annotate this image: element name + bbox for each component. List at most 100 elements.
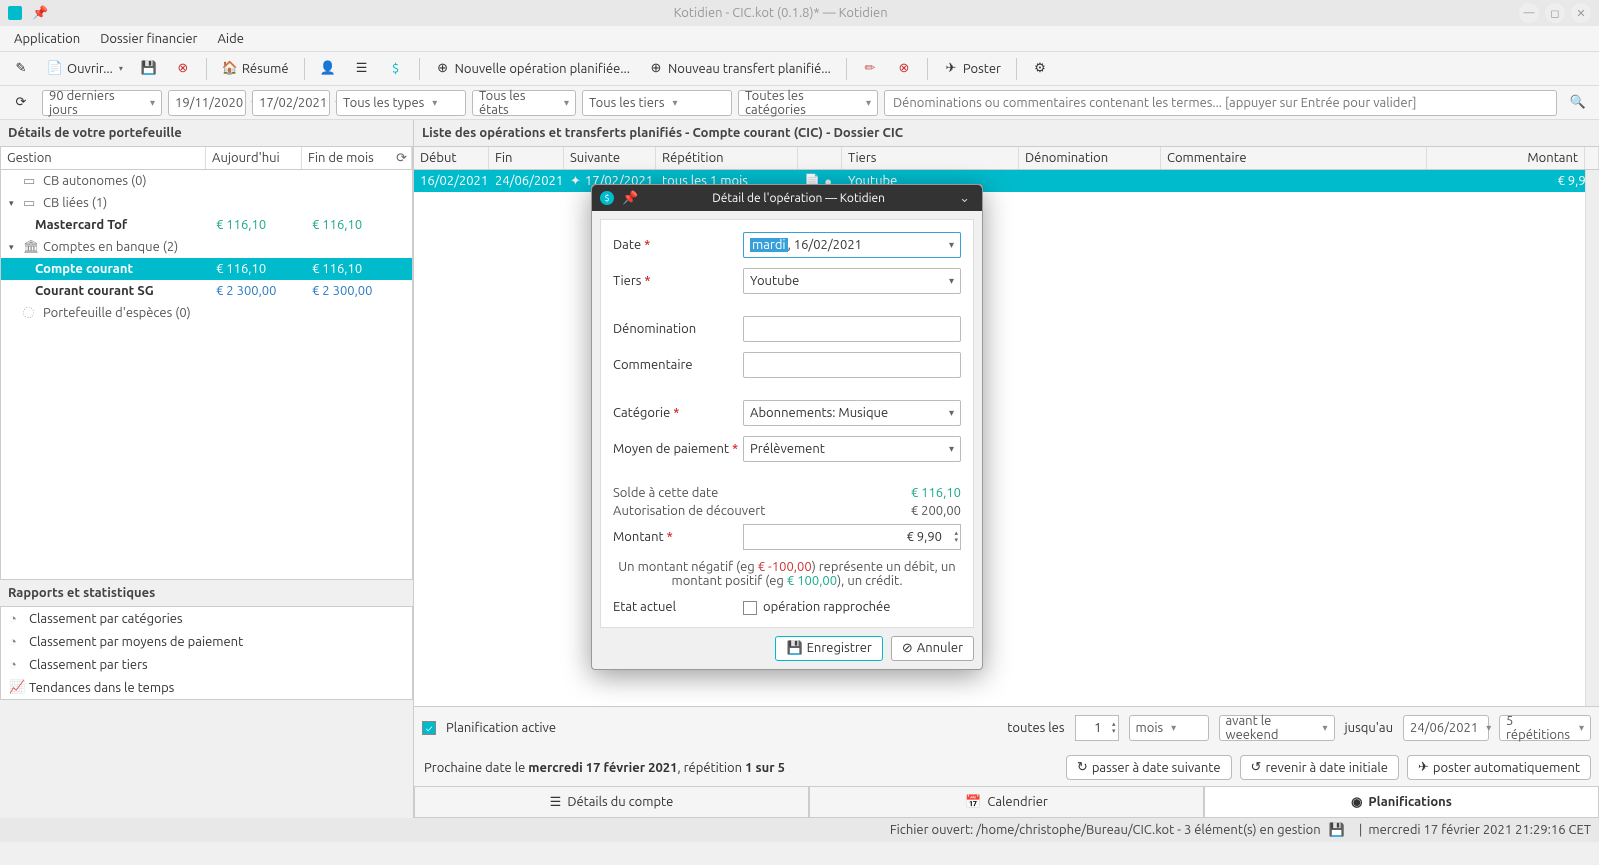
col-fin[interactable]: Fin	[489, 147, 564, 169]
group-cb-liees[interactable]: ▾▭CB liées (1)	[1, 192, 412, 214]
repeat-count-input[interactable]: 1	[1075, 715, 1119, 741]
item-compte-courant[interactable]: Compte courant€ 116,10€ 116,10	[1, 258, 412, 280]
user-icon: 👤	[320, 61, 336, 77]
type-select[interactable]: Tous les types	[336, 90, 466, 116]
col-tiers[interactable]: Tiers	[842, 147, 1019, 169]
close-file-button[interactable]: ⊗	[168, 55, 198, 83]
until-date-select[interactable]: 24/06/2021	[1403, 715, 1489, 741]
new-planned-op-button[interactable]: ⊕Nouvelle opération planifiée...	[428, 55, 637, 83]
new-planned-transfer-button[interactable]: ⊕Nouveau transfert planifié...	[641, 55, 838, 83]
col-eom[interactable]: Fin de mois⟳	[302, 147, 412, 169]
amount-input[interactable]: € 9,90	[743, 524, 961, 550]
tiers-input[interactable]: Youtube	[743, 268, 961, 294]
calc-button[interactable]: $	[381, 55, 411, 83]
amount-label: Montant *	[613, 530, 743, 544]
item-mastercard[interactable]: Mastercard Tof€ 116,10€ 116,10	[1, 214, 412, 236]
category-select[interactable]: Toutes les catégories	[738, 90, 878, 116]
group-bank-accounts[interactable]: ▾🏛Comptes en banque (2)	[1, 236, 412, 258]
date-input[interactable]: mardi, 16/02/2021	[743, 232, 961, 258]
search-button[interactable]: 🔍	[1563, 89, 1593, 117]
tab-calendar[interactable]: 📅Calendrier	[809, 787, 1204, 818]
group-cb-autonomes[interactable]: ▭CB autonomes (0)	[1, 170, 412, 192]
tab-planifications[interactable]: ◉Planifications	[1204, 787, 1599, 818]
filter-bar: ⟳ 90 derniers jours 19/11/2020 17/02/202…	[0, 86, 1599, 120]
tab-details[interactable]: ☰Détails du compte	[414, 787, 809, 818]
open-button[interactable]: 📄Ouvrir...▾	[40, 55, 130, 83]
payment-method-select[interactable]: Prélèvement	[743, 436, 961, 462]
file-icon: 📄	[47, 61, 63, 77]
new-op-label: Nouvelle opération planifiée...	[455, 62, 630, 76]
cancel-button[interactable]: ⊘Annuler	[891, 636, 974, 661]
maximize-button[interactable]: ◻	[1545, 3, 1565, 23]
col-commentaire[interactable]: Commentaire	[1161, 147, 1427, 169]
col-debut[interactable]: Début	[414, 147, 489, 169]
planning-active-checkbox[interactable]: ✓	[422, 721, 436, 735]
pin-icon[interactable]: 📌	[32, 6, 48, 21]
portfolio-tree: ▭CB autonomes (0) ▾▭CB liées (1) Masterc…	[0, 170, 413, 580]
refresh-icon[interactable]: ⟳	[396, 151, 407, 166]
when-select[interactable]: avant le weekend	[1219, 715, 1335, 741]
reps-select[interactable]: 5 répétitions	[1499, 715, 1591, 741]
date-from-select[interactable]: 19/11/2020	[168, 90, 246, 116]
col-icons[interactable]	[798, 147, 842, 169]
category-select[interactable]: Abonnements: Musique	[743, 400, 961, 426]
report-by-tiers[interactable]: ◔Classement par tiers	[1, 653, 412, 676]
state-select[interactable]: Tous les états	[472, 90, 576, 116]
refresh-filter-button[interactable]: ⟳	[6, 89, 36, 117]
save-button[interactable]: 💾	[134, 55, 164, 83]
edit-op-button[interactable]: ✏	[855, 55, 885, 83]
pin-icon[interactable]: 📌	[618, 191, 642, 206]
col-montant[interactable]: Montant	[1427, 147, 1585, 169]
separator	[927, 58, 928, 80]
date-to-select[interactable]: 17/02/2021	[252, 90, 330, 116]
user-button[interactable]: 👤	[313, 55, 343, 83]
menu-dossier[interactable]: Dossier financier	[90, 28, 207, 50]
list-button[interactable]: ☰	[347, 55, 377, 83]
menu-application[interactable]: Application	[4, 28, 90, 50]
x-circle-icon: ⊗	[896, 61, 912, 77]
group-cash[interactable]: ◌Portefeuille d'espèces (0)	[1, 302, 412, 324]
collapse-icon[interactable]: ▾	[9, 198, 23, 209]
bottom-tabs: ☰Détails du compte 📅Calendrier ◉Planific…	[414, 786, 1599, 818]
item-courant-sg[interactable]: Courant courant SG€ 2 300,00€ 2 300,00	[1, 280, 412, 302]
resume-button[interactable]: 🏠Résumé	[215, 55, 296, 83]
scrollbar[interactable]	[1585, 170, 1599, 706]
col-gestion[interactable]: Gestion	[1, 147, 206, 169]
next-date-button[interactable]: ↻passer à date suivante	[1066, 755, 1232, 780]
list-icon: ☰	[354, 61, 370, 77]
repeat-unit-select[interactable]: mois	[1129, 715, 1209, 741]
auto-post-button[interactable]: ✈poster automatiquement	[1407, 755, 1591, 780]
col-repetition[interactable]: Répétition	[656, 147, 798, 169]
comment-input[interactable]	[743, 352, 961, 378]
new-button[interactable]: ✎	[6, 55, 36, 83]
settings-button[interactable]: ⚙	[1025, 55, 1055, 83]
main-toolbar: ✎ 📄Ouvrir...▾ 💾 ⊗ 🏠Résumé 👤 ☰ $ ⊕Nouvell…	[0, 52, 1599, 86]
new-tr-label: Nouveau transfert planifié...	[668, 62, 831, 76]
col-today[interactable]: Aujourd'hui	[206, 147, 302, 169]
bank-icon: 🏛	[23, 240, 39, 255]
resume-label: Résumé	[242, 62, 289, 76]
chevron-down-icon[interactable]: ⌄	[955, 191, 974, 206]
save-button[interactable]: 💾Enregistrer	[775, 636, 882, 661]
tiers-select[interactable]: Tous les tiers	[582, 90, 732, 116]
delete-op-button[interactable]: ⊗	[889, 55, 919, 83]
reset-date-button[interactable]: ↺revenir à date initiale	[1240, 755, 1399, 780]
col-denomination[interactable]: Dénomination	[1019, 147, 1161, 169]
denomination-input[interactable]	[743, 316, 961, 342]
refresh-icon: ⟳	[13, 95, 29, 111]
date-range-select[interactable]: 90 derniers jours	[42, 90, 162, 116]
reconciled-checkbox[interactable]	[743, 601, 757, 615]
menu-aide[interactable]: Aide	[207, 28, 253, 50]
search-input[interactable]	[884, 90, 1557, 116]
col-suivante[interactable]: Suivante	[564, 147, 656, 169]
toutes-label: toutes les	[1007, 721, 1064, 735]
report-trends[interactable]: 📈Tendances dans le temps	[1, 676, 412, 699]
report-by-category[interactable]: ◔Classement par catégories	[1, 607, 412, 630]
collapse-icon[interactable]: ▾	[9, 242, 23, 253]
close-button[interactable]: ✕	[1571, 3, 1591, 23]
trend-icon: 📈	[9, 680, 23, 695]
report-by-payment[interactable]: ◔Classement par moyens de paiement	[1, 630, 412, 653]
poster-button[interactable]: ✈Poster	[936, 55, 1008, 83]
dialog-titlebar[interactable]: $ 📌 Détail de l'opération — Kotidien ⌄	[592, 185, 982, 211]
minimize-button[interactable]: —	[1519, 3, 1539, 23]
